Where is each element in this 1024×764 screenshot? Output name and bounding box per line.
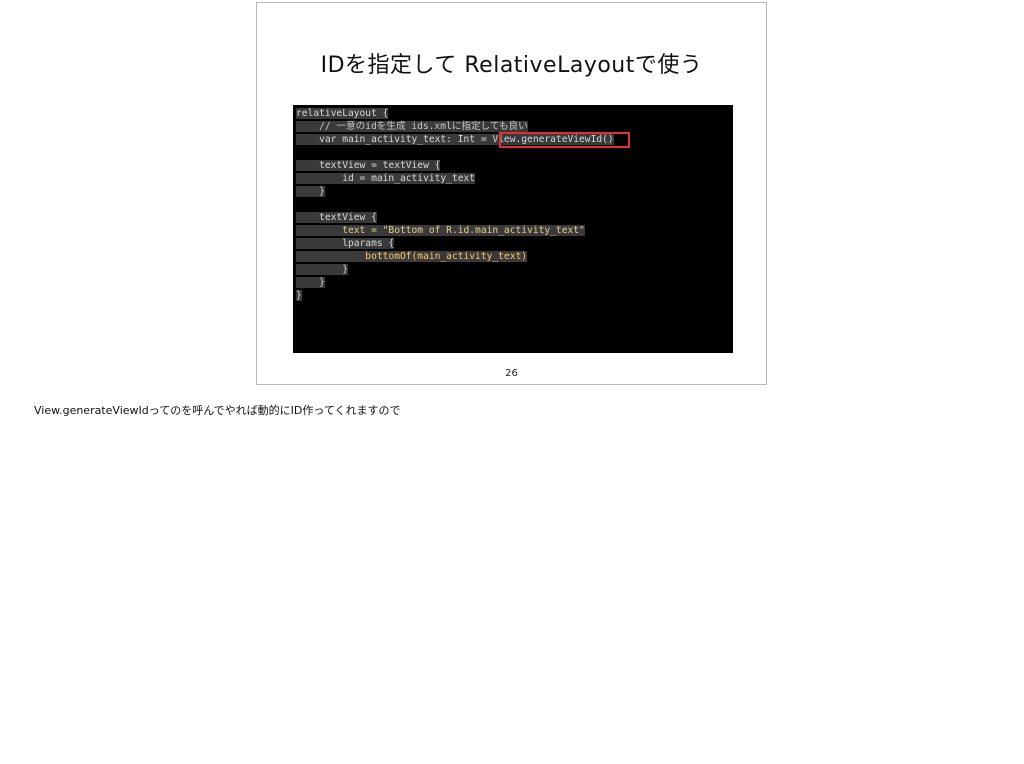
slide-title: IDを指定して RelativeLayoutで使う xyxy=(320,53,703,78)
code-line: textView { xyxy=(296,212,377,223)
code-line: } xyxy=(296,186,325,197)
code-line: id = main_activity_text xyxy=(296,173,476,184)
code-line: relativeLayout { xyxy=(296,108,389,119)
code-line: // 一意のidを生成 ids.xmlに指定しても良い xyxy=(296,121,528,132)
slide: IDを指定して RelativeLayoutで使う relativeLayout… xyxy=(256,2,767,385)
code-line: lparams { xyxy=(296,238,395,249)
code-line: textView = textView { xyxy=(296,160,441,171)
highlight-box xyxy=(499,132,630,148)
speaker-notes: View.generateViewIdってのを呼んでやれば動的にID作ってくれま… xyxy=(34,404,401,417)
page-number: 26 xyxy=(505,368,518,379)
code-line: } xyxy=(296,290,302,301)
code-line: bottomOf(main_activity_text) xyxy=(296,251,528,262)
code-line: text = "Bottom of R.id.main_activity_tex… xyxy=(296,225,585,236)
code-line: } xyxy=(296,264,348,275)
code-block: relativeLayout { // 一意のidを生成 ids.xmlに指定し… xyxy=(293,105,733,353)
code-line: } xyxy=(296,277,325,288)
